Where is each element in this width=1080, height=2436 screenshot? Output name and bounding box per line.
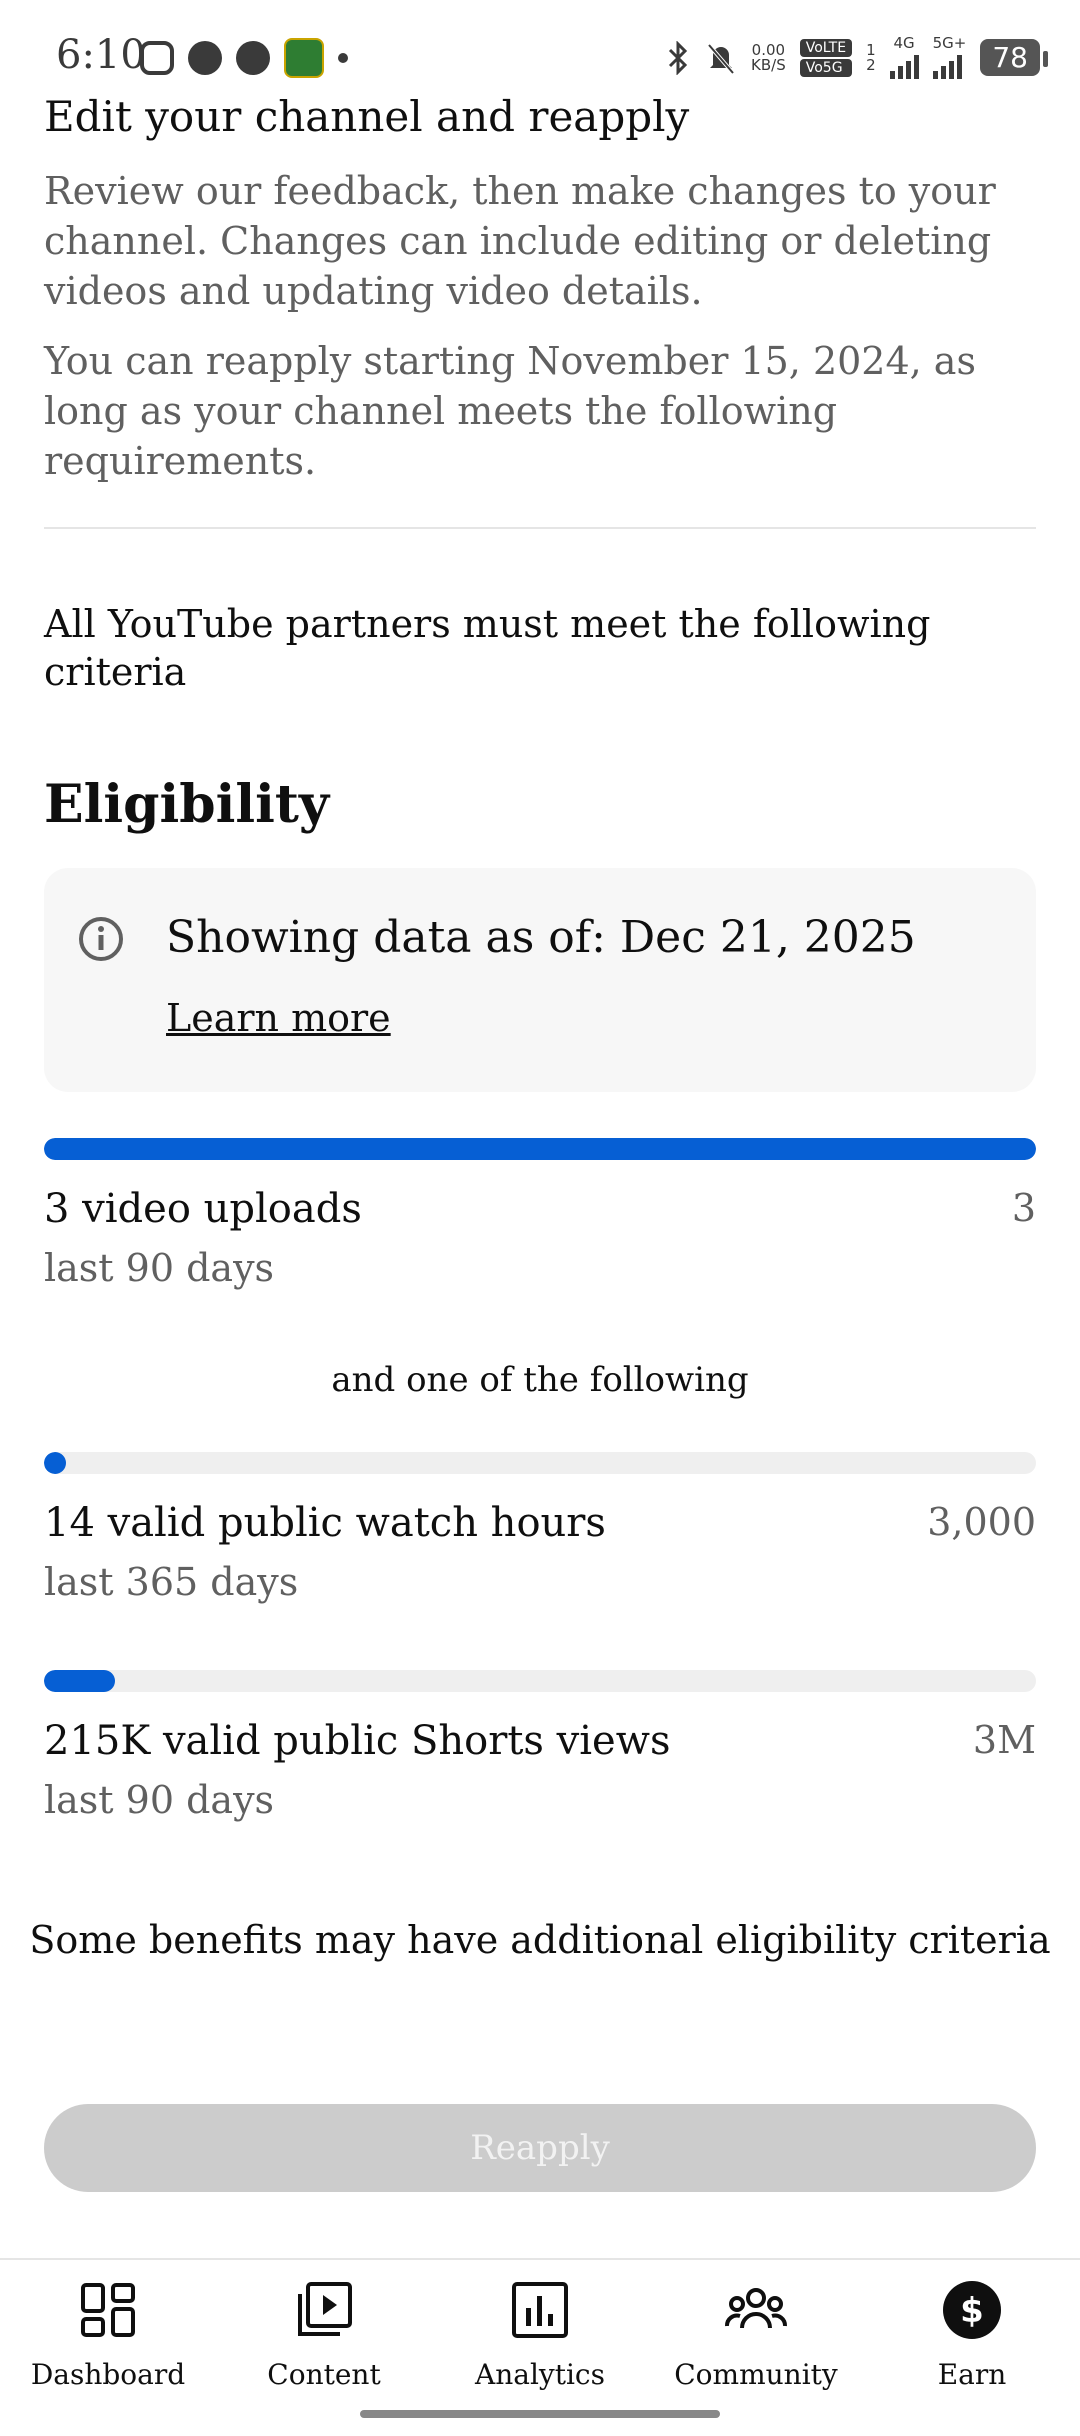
- edit-channel-heading: Edit your channel and reapply: [44, 92, 690, 141]
- mute-bell-icon: [707, 43, 735, 74]
- net-speed: 0.00 KB/S: [751, 42, 786, 74]
- network-type-1: 4G: [893, 34, 915, 52]
- shorts-views-requirement-period: last 90 days: [44, 1778, 275, 1822]
- data-date-card: Showing data as of: Dec 21, 2025 Learn m…: [44, 868, 1036, 1092]
- watch-hours-progress-bar: [44, 1452, 1036, 1474]
- nav-label-content: Content: [267, 2358, 381, 2391]
- shorts-views-progress-fill: [44, 1670, 116, 1692]
- signal-bars-icon: [889, 51, 919, 79]
- net-speed-unit: KB/S: [751, 55, 786, 74]
- nav-label-analytics: Analytics: [475, 2358, 605, 2391]
- eligibility-title: Eligibility: [44, 774, 330, 835]
- more-notifications-dot: [338, 53, 348, 63]
- section-divider: [44, 527, 1036, 529]
- uploads-requirement-title: 3 video uploads: [44, 1186, 362, 1232]
- signal-5g: 5G+: [932, 34, 967, 79]
- feedback-paragraph: Review our feedback, then make changes t…: [44, 169, 996, 313]
- app-notification-icon: [284, 38, 324, 78]
- benefits-note: Some benefits may have additional eligib…: [29, 1918, 1051, 1962]
- network-type-2: 5G+: [932, 34, 967, 52]
- one-of-following-text: and one of the following: [331, 1360, 749, 1400]
- earn-icon: $: [943, 2281, 1001, 2339]
- watch-hours-requirement-period: last 365 days: [44, 1560, 299, 1604]
- info-icon: [79, 917, 123, 961]
- sim2-label: 2: [866, 55, 876, 74]
- data-as-of-text: Showing data as of: Dec 21, 2025: [166, 912, 916, 963]
- nav-label-community: Community: [674, 2358, 838, 2391]
- uploads-requirement-period: last 90 days: [44, 1246, 275, 1290]
- volte-badge: VoLTE: [799, 38, 853, 57]
- volte-badges: VoLTE Vo5G: [799, 38, 853, 77]
- bottom-nav: Dashboard Content Analytics Community $ …: [0, 2262, 1080, 2402]
- system-icons: 0.00 KB/S VoLTE Vo5G 1 2 4G 5G+ 78: [665, 34, 1048, 79]
- chat-icon: [188, 41, 222, 75]
- status-time: 6:10: [56, 32, 146, 78]
- nav-item-community[interactable]: Community: [648, 2262, 864, 2402]
- vo5g-badge: Vo5G: [799, 58, 853, 77]
- notification-icons: [140, 38, 348, 78]
- uploads-requirement-target: 3: [1011, 1186, 1036, 1230]
- signal-4g: 4G: [889, 34, 919, 79]
- snapchat-icon: [236, 41, 270, 75]
- content-icon: [298, 2282, 352, 2336]
- watch-hours-requirement-target: 3,000: [927, 1500, 1036, 1544]
- sim-numbers: 1 2: [866, 42, 876, 74]
- battery-icon: 78: [980, 39, 1048, 76]
- home-indicator[interactable]: [360, 2410, 720, 2418]
- bluetooth-icon: [668, 40, 688, 75]
- nav-label-dashboard: Dashboard: [30, 2358, 186, 2391]
- shorts-views-requirement-title: 215K valid public Shorts views: [44, 1718, 671, 1764]
- uploads-progress-fill: [44, 1138, 1036, 1160]
- analytics-icon: [512, 2282, 568, 2338]
- nav-label-earn: Earn: [937, 2358, 1007, 2391]
- nav-item-dashboard[interactable]: Dashboard: [0, 2262, 216, 2402]
- shorts-views-requirement-target: 3M: [972, 1718, 1036, 1762]
- nav-item-analytics[interactable]: Analytics: [432, 2262, 648, 2402]
- community-icon: [725, 2288, 787, 2329]
- uploads-progress-bar: [44, 1138, 1036, 1160]
- bottom-nav-divider: [0, 2258, 1080, 2260]
- watch-hours-progress-fill: [44, 1452, 66, 1474]
- instagram-icon: [140, 41, 174, 75]
- signal-bars-icon: [932, 51, 967, 79]
- dashboard-icon: [81, 2283, 135, 2337]
- nav-item-content[interactable]: Content: [216, 2262, 432, 2402]
- partner-criteria-text: All YouTube partners must meet the follo…: [44, 602, 931, 694]
- nav-item-earn[interactable]: $ Earn: [864, 2262, 1080, 2402]
- learn-more-link[interactable]: Learn more: [166, 996, 391, 1040]
- shorts-views-progress-bar: [44, 1670, 1036, 1692]
- reapply-date-paragraph: You can reapply starting November 15, 20…: [44, 339, 976, 483]
- watch-hours-requirement-title: 14 valid public watch hours: [44, 1500, 606, 1546]
- svg-text:$: $: [960, 2291, 984, 2331]
- reapply-button[interactable]: Reapply: [44, 2104, 1036, 2192]
